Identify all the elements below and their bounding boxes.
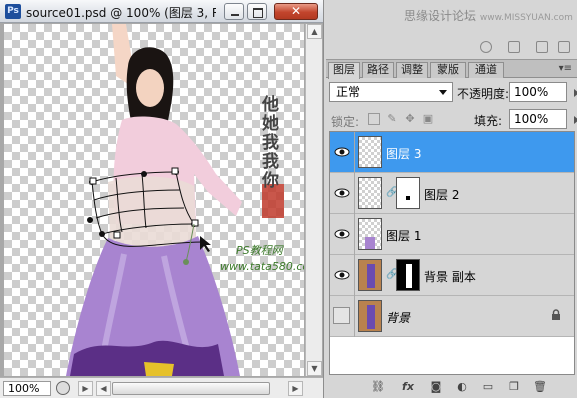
lock-paint-icon[interactable]: ✎ bbox=[386, 113, 398, 125]
thumb-figure bbox=[365, 237, 375, 249]
layer-row-divider bbox=[354, 173, 355, 214]
add-mask-icon[interactable]: ◙ bbox=[428, 380, 444, 394]
layer-thumbnail[interactable] bbox=[358, 136, 382, 168]
new-layer-icon[interactable]: ❐ bbox=[506, 380, 522, 394]
eye-icon[interactable] bbox=[334, 144, 350, 160]
fill-value: 100% bbox=[514, 112, 549, 126]
document-statusbar: 100% ▶ ◀ ▶ bbox=[0, 377, 323, 398]
layers-panel-bottom-bar: ⛓ fx ◙ ◐ ▭ ❐ 🗑 bbox=[326, 378, 577, 398]
tab-adjustments[interactable]: 调整 bbox=[396, 62, 428, 78]
tab-masks[interactable]: 蒙版 bbox=[430, 62, 466, 78]
lock-transparent-icon[interactable] bbox=[368, 113, 380, 125]
layer-row-background[interactable]: 背景 bbox=[330, 296, 574, 337]
document-canvas[interactable]: 他她我我你 PS教程网 www.tata580.com bbox=[4, 24, 304, 376]
layer-thumbnail[interactable] bbox=[358, 218, 382, 250]
layer-name[interactable]: 背景 副本 bbox=[424, 268, 476, 285]
yellow-fabric bbox=[144, 362, 174, 376]
tab-paths[interactable]: 路径 bbox=[362, 62, 394, 78]
minimize-button[interactable] bbox=[224, 3, 244, 20]
document-titlebar[interactable]: Ps source01.psd @ 100% (图层 3, R... ✕ bbox=[0, 0, 323, 23]
calligraphy-watermark: 他她我我你 bbox=[262, 95, 279, 191]
document-info-icon[interactable] bbox=[56, 381, 70, 395]
site-watermark-line2: www.tata580.com bbox=[220, 260, 304, 273]
eye-icon[interactable] bbox=[334, 226, 350, 242]
layer-row-layer2[interactable]: 🔗 图层 2 bbox=[330, 173, 574, 214]
layer-row-layer1[interactable]: 图层 1 bbox=[330, 214, 574, 255]
lock-move-icon[interactable]: ✥ bbox=[404, 113, 416, 125]
photoshop-logo-icon: Ps bbox=[5, 4, 21, 19]
close-button[interactable]: ✕ bbox=[274, 3, 318, 20]
scroll-down-icon[interactable]: ▼ bbox=[307, 361, 322, 376]
opacity-field[interactable]: 100% bbox=[509, 82, 577, 102]
no-symbol-icon[interactable] bbox=[480, 41, 492, 53]
layer-mask-thumbnail[interactable] bbox=[396, 259, 420, 291]
link-layers-icon[interactable]: ⛓ bbox=[370, 380, 386, 394]
horizontal-scroll-thumb[interactable] bbox=[112, 382, 270, 395]
forum-watermark-url: www.MISSYUAN.com bbox=[479, 13, 573, 23]
lock-label: 锁定: bbox=[331, 115, 360, 129]
panel-new-icon[interactable] bbox=[508, 41, 520, 53]
layer-mask-thumbnail[interactable] bbox=[396, 177, 420, 209]
blend-mode-select[interactable]: 正常 bbox=[329, 82, 453, 102]
forum-watermark-text: 思缘设计论坛 bbox=[404, 9, 477, 23]
fill-label: 填充: bbox=[474, 114, 503, 128]
panel-page-icon[interactable] bbox=[536, 41, 548, 53]
layers-panel-tabs: 图层 路径 调整 蒙版 通道 ▾≡ bbox=[326, 60, 577, 79]
panels-dock: 思缘设计论坛 www.MISSYUAN.com 图层 路径 调整 蒙版 通道 ▾… bbox=[323, 0, 577, 398]
maximize-button[interactable] bbox=[247, 3, 267, 20]
layer-thumbnail[interactable] bbox=[358, 177, 382, 209]
mask-silhouette bbox=[406, 264, 412, 288]
lock-icon bbox=[552, 309, 560, 320]
doc-info-arrow-icon[interactable]: ▶ bbox=[78, 381, 93, 396]
document-title: source01.psd @ 100% (图层 3, R... bbox=[26, 6, 216, 20]
layer-row-background-copy[interactable]: 🔗 背景 副本 bbox=[330, 255, 574, 296]
layer-thumbnail[interactable] bbox=[358, 259, 382, 291]
zoom-field[interactable]: 100% bbox=[3, 381, 51, 396]
layer-row-layer3[interactable]: 图层 3 bbox=[330, 132, 574, 173]
panel-menu-icon[interactable]: ▾≡ bbox=[559, 63, 572, 74]
layer-name[interactable]: 图层 2 bbox=[424, 186, 459, 203]
tab-layers[interactable]: 图层 bbox=[328, 62, 360, 79]
delete-layer-icon[interactable]: 🗑 bbox=[532, 380, 548, 394]
layers-panel: 图层 路径 调整 蒙版 通道 ▾≡ 正常 不透明度: 100% 锁定: ✎ ✥ … bbox=[326, 59, 577, 398]
layer-row-divider bbox=[354, 132, 355, 173]
fx-icon[interactable]: fx bbox=[400, 380, 416, 394]
thumb-figure bbox=[367, 264, 375, 288]
layer-name[interactable]: 背景 bbox=[386, 309, 410, 326]
layer-row-divider bbox=[354, 296, 355, 337]
adjustment-layer-icon[interactable]: ◐ bbox=[454, 380, 470, 394]
layer-thumbnail[interactable] bbox=[358, 300, 382, 332]
visibility-toggle-empty[interactable] bbox=[333, 307, 350, 324]
lock-all-icon[interactable]: ▣ bbox=[422, 113, 434, 125]
canvas-artwork bbox=[66, 24, 284, 376]
layer-list: 图层 3 🔗 图层 2 图层 1 🔗 背景 副本 背景 bbox=[329, 131, 575, 375]
layer-name[interactable]: 图层 1 bbox=[386, 227, 421, 244]
eye-icon[interactable] bbox=[334, 267, 350, 283]
layer-row-divider bbox=[354, 255, 355, 296]
mask-dot bbox=[406, 196, 410, 200]
close-icon: ✕ bbox=[290, 4, 302, 18]
scroll-right-icon[interactable]: ▶ bbox=[288, 381, 303, 396]
face-shape bbox=[136, 69, 164, 107]
forum-watermark: 思缘设计论坛 www.MISSYUAN.com bbox=[404, 7, 573, 24]
opacity-label: 不透明度: bbox=[457, 87, 510, 101]
blend-mode-value: 正常 bbox=[336, 85, 361, 99]
document-window: Ps source01.psd @ 100% (图层 3, R... ✕ 他她我… bbox=[0, 0, 323, 398]
chevron-down-icon bbox=[439, 90, 447, 95]
thumb-figure bbox=[367, 305, 375, 329]
vertical-scrollbar[interactable]: ▲ ▼ bbox=[305, 24, 322, 376]
photoshop-screen: Ps source01.psd @ 100% (图层 3, R... ✕ 他她我… bbox=[0, 0, 577, 398]
fill-field[interactable]: 100% bbox=[509, 109, 577, 129]
layer-row-divider bbox=[354, 214, 355, 255]
panel-trash-icon[interactable] bbox=[558, 41, 570, 53]
site-watermark-line1: PS教程网 bbox=[236, 244, 283, 257]
layer-name[interactable]: 图层 3 bbox=[386, 145, 421, 162]
tab-channels[interactable]: 通道 bbox=[468, 62, 504, 78]
eye-icon[interactable] bbox=[334, 185, 350, 201]
new-group-icon[interactable]: ▭ bbox=[480, 380, 496, 394]
opacity-value: 100% bbox=[514, 85, 549, 99]
scroll-up-icon[interactable]: ▲ bbox=[307, 24, 322, 39]
upper-panel-icons bbox=[474, 41, 574, 55]
scroll-left-icon[interactable]: ◀ bbox=[96, 381, 111, 396]
